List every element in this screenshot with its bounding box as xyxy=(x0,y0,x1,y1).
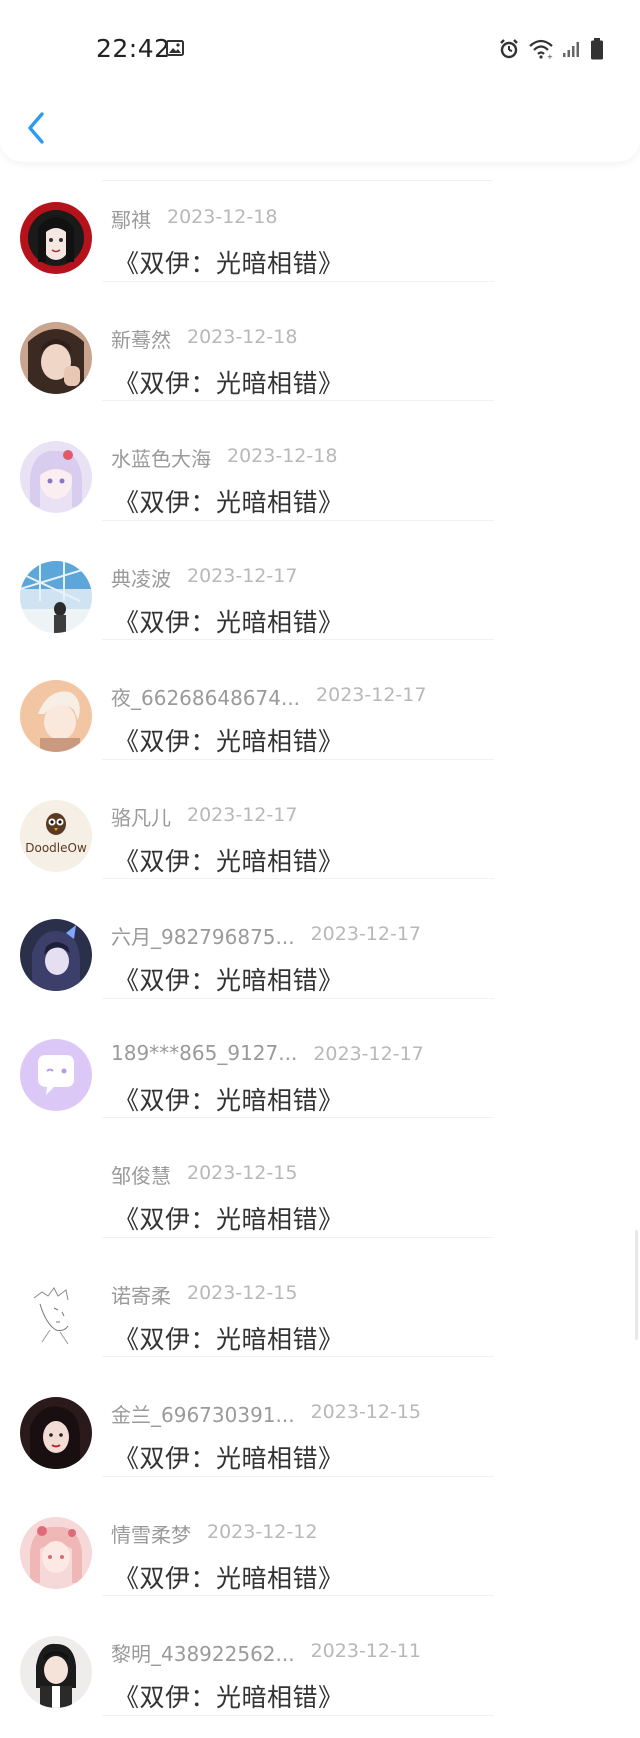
read-date: 2023-12-18 xyxy=(227,445,338,467)
back-button[interactable] xyxy=(18,106,54,150)
user-name: 水蓝色大海 xyxy=(111,447,211,471)
avatar-image xyxy=(20,1277,92,1350)
avatar[interactable] xyxy=(20,321,92,394)
alarm-icon xyxy=(498,38,520,60)
read-date: 2023-12-17 xyxy=(187,803,298,826)
user-name: 典凌波 xyxy=(111,566,171,591)
user-name: 189***865_9127... xyxy=(111,1040,298,1065)
chevron-left-icon xyxy=(28,112,44,144)
book-title: 《双伊：光暗相错》 xyxy=(114,607,344,637)
book-title: 《双伊：光暗相错》 xyxy=(114,1563,344,1593)
read-date: 2023-12-18 xyxy=(167,206,278,228)
book-title: 《双伊：光暗相错》 xyxy=(114,846,344,876)
book-title: 《双伊：光暗相错》 xyxy=(114,1085,344,1115)
book-title: 《双伊：光暗相错》 xyxy=(114,1683,344,1712)
avatar-image xyxy=(20,1397,92,1469)
avatar[interactable] xyxy=(20,1636,92,1708)
user-name: 鄢祺 xyxy=(111,208,151,232)
avatar-image: DoodleOw xyxy=(20,799,92,872)
user-name: 黎明_438922562... xyxy=(111,1642,295,1666)
user-name: 情雪柔梦 xyxy=(111,1522,191,1547)
user-name: 新蓦然 xyxy=(111,327,171,352)
avatar[interactable] xyxy=(20,1397,92,1469)
book-title: 《双伊：光暗相错》 xyxy=(114,1324,344,1354)
top-header: 22:42 + xyxy=(0,0,640,162)
read-date: 2023-12-17 xyxy=(313,1042,424,1065)
book-title: 《双伊：光暗相错》 xyxy=(114,249,344,278)
status-icons: + xyxy=(498,38,604,60)
list-item[interactable]: 情雪柔梦 2023-12-12 《双伊：光暗相错》 xyxy=(0,1477,640,1596)
avatar[interactable] xyxy=(20,441,92,513)
read-date: 2023-12-15 xyxy=(187,1281,298,1304)
avatar-image xyxy=(20,560,92,633)
avatar-image xyxy=(20,321,92,394)
list-item[interactable]: 六月_982796875... 2023-12-17 《双伊：光暗相错》 xyxy=(0,879,640,999)
list-item[interactable]: 夜_66268648674... 2023-12-17 《双伊：光暗相错》 xyxy=(0,640,640,760)
divider xyxy=(102,1714,494,1716)
battery-icon xyxy=(590,38,604,60)
svg-text:+: + xyxy=(547,53,553,59)
avatar[interactable] xyxy=(20,560,92,633)
avatar-image xyxy=(20,919,92,991)
read-date: 2023-12-15 xyxy=(187,1162,298,1184)
avatar-image xyxy=(20,1636,92,1708)
avatar[interactable] xyxy=(20,1158,92,1230)
user-name: 金兰_696730391... xyxy=(111,1403,295,1427)
user-name: 诺寄柔 xyxy=(111,1283,171,1308)
avatar[interactable] xyxy=(20,1038,92,1111)
read-date: 2023-12-15 xyxy=(310,1401,422,1423)
user-name: 邹俊慧 xyxy=(111,1164,171,1188)
reader-list: 鄢祺 2023-12-18 《双伊：光暗相错》 新蓦然 2023-12-18 《双伊：光… xyxy=(0,162,640,1716)
book-title: 《双伊：光暗相错》 xyxy=(114,1205,344,1234)
user-name: 夜_66268648674... xyxy=(111,686,301,710)
doodleow-logo-text: DoodleOw xyxy=(25,841,87,855)
avatar-image xyxy=(20,1038,92,1111)
list-item[interactable]: 黎明_438922562... 2023-12-11 《双伊：光暗相错》 xyxy=(0,1596,640,1716)
list-item[interactable]: 金兰_696730391... 2023-12-15 《双伊：光暗相错》 xyxy=(0,1357,640,1477)
avatar[interactable] xyxy=(20,1277,92,1350)
list-item[interactable]: 新蓦然 2023-12-18 《双伊：光暗相错》 xyxy=(0,282,640,401)
book-title: 《双伊：光暗相错》 xyxy=(114,966,344,995)
avatar-image xyxy=(20,441,92,513)
list-item[interactable]: 189***865_9127... 2023-12-17 《双伊：光暗相错》 xyxy=(0,999,640,1118)
signal-icon xyxy=(562,40,582,58)
list-item[interactable]: 典凌波 2023-12-17 《双伊：光暗相错》 xyxy=(0,521,640,640)
list-item[interactable]: 水蓝色大海 2023-12-18 《双伊：光暗相错》 xyxy=(0,401,640,521)
avatar[interactable]: DoodleOw xyxy=(20,799,92,872)
wifi-icon: + xyxy=(528,39,554,59)
book-title: 《双伊：光暗相错》 xyxy=(114,488,344,517)
avatar-image xyxy=(20,680,92,752)
avatar[interactable] xyxy=(20,202,92,274)
read-date: 2023-12-11 xyxy=(310,1640,422,1662)
avatar[interactable] xyxy=(20,1516,92,1589)
avatar[interactable] xyxy=(20,680,92,752)
book-title: 《双伊：光暗相错》 xyxy=(114,368,344,398)
read-date: 2023-12-18 xyxy=(187,325,298,348)
user-name: 六月_982796875... xyxy=(111,925,295,949)
status-bar: 22:42 + xyxy=(0,0,640,96)
avatar-image xyxy=(20,202,92,274)
avatar-image xyxy=(20,1158,92,1230)
read-date: 2023-12-17 xyxy=(310,923,422,945)
list-item[interactable]: 诺寄柔 2023-12-15 《双伊：光暗相错》 xyxy=(0,1238,640,1357)
image-icon xyxy=(166,40,184,56)
list-item[interactable]: 邹俊慧 2023-12-15 《双伊：光暗相错》 xyxy=(0,1118,640,1238)
list-item[interactable]: DoodleOw 骆凡儿 2023-12-17 《双伊：光暗相错》 xyxy=(0,760,640,879)
list-item[interactable]: 鄢祺 2023-12-18 《双伊：光暗相错》 xyxy=(0,162,640,282)
avatar[interactable] xyxy=(20,919,92,991)
book-title: 《双伊：光暗相错》 xyxy=(114,1444,344,1473)
book-title: 《双伊：光暗相错》 xyxy=(114,727,344,756)
read-date: 2023-12-17 xyxy=(187,564,298,587)
avatar-image xyxy=(20,1516,92,1589)
read-date: 2023-12-12 xyxy=(207,1520,318,1543)
scrollbar[interactable] xyxy=(635,1230,638,1340)
status-time: 22:42 xyxy=(96,34,171,63)
read-date: 2023-12-17 xyxy=(316,684,427,706)
user-name: 骆凡儿 xyxy=(111,805,171,830)
